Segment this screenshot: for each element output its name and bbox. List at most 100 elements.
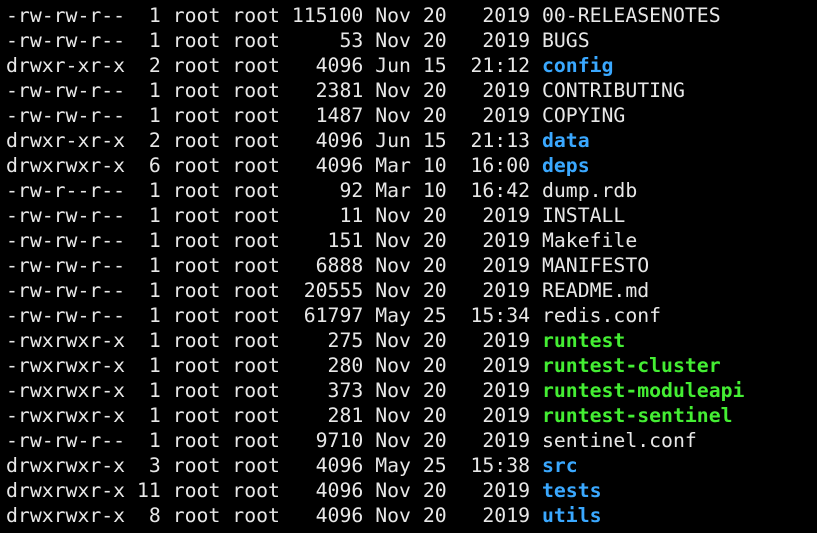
mod-time: 2019 — [446, 429, 531, 452]
file-permissions: -rw-r--r-- — [6, 179, 126, 202]
mod-day: 20 — [410, 79, 447, 102]
mod-day: 20 — [410, 204, 447, 227]
link-count: 1 — [125, 179, 161, 202]
file-permissions: -rw-rw-r-- — [6, 4, 126, 27]
file-owner: root — [160, 479, 221, 502]
file-permissions: -rw-rw-r-- — [6, 229, 126, 252]
directory-name: deps — [541, 154, 590, 177]
mod-month: Nov — [363, 504, 411, 527]
file-size: 1487 — [279, 104, 364, 127]
executable-name: runtest-moduleapi — [541, 379, 745, 402]
file-group: root — [220, 129, 280, 152]
listing-row: drwxrwxr-x 11 root root 4096 Nov 20 2019… — [6, 478, 817, 503]
link-count: 1 — [125, 329, 161, 352]
mod-day: 25 — [410, 304, 447, 327]
file-name: dump.rdb — [541, 179, 638, 202]
mod-day: 20 — [410, 229, 447, 252]
mod-day: 20 — [410, 104, 447, 127]
file-metadata: -rw-rw-r-- 1 root root 2381 Nov 20 2019 — [6, 79, 530, 102]
file-size: 11 — [279, 204, 364, 227]
file-metadata: -rw-rw-r-- 1 root root 1487 Nov 20 2019 — [6, 104, 530, 127]
file-permissions: -rwxrwxr-x — [6, 404, 126, 427]
mod-month: Nov — [363, 4, 411, 27]
file-permissions: drwxrwxr-x — [6, 504, 126, 527]
file-group: root — [220, 429, 280, 452]
file-group: root — [220, 179, 280, 202]
file-permissions: drwxr-xr-x — [6, 129, 126, 152]
file-owner: root — [160, 254, 221, 277]
file-group: root — [220, 329, 280, 352]
executable-name: runtest — [541, 329, 626, 352]
mod-day: 20 — [410, 404, 447, 427]
file-metadata: -rw-rw-r-- 1 root root 20555 Nov 20 2019 — [6, 279, 530, 302]
file-group: root — [220, 229, 280, 252]
file-size: 4096 — [279, 154, 364, 177]
mod-month: Nov — [363, 479, 411, 502]
file-group: root — [220, 304, 280, 327]
mod-day: 20 — [410, 379, 447, 402]
listing-row: -rw-rw-r-- 1 root root 61797 May 25 15:3… — [6, 303, 817, 328]
file-metadata: -rw-rw-r-- 1 root root 9710 Nov 20 2019 — [6, 429, 530, 452]
link-count: 1 — [125, 4, 161, 27]
mod-time: 2019 — [446, 254, 531, 277]
mod-time: 2019 — [446, 504, 531, 527]
mod-month: Nov — [363, 354, 411, 377]
file-group: root — [220, 479, 280, 502]
directory-name: src — [541, 454, 578, 477]
listing-row: drwxr-xr-x 2 root root 4096 Jun 15 21:12… — [6, 53, 817, 78]
file-size: 4096 — [279, 54, 364, 77]
file-size: 151 — [279, 229, 364, 252]
file-owner: root — [160, 454, 221, 477]
file-metadata: -rw-rw-r-- 1 root root 6888 Nov 20 2019 — [6, 254, 530, 277]
mod-day: 10 — [410, 154, 447, 177]
executable-name: runtest-sentinel — [541, 404, 733, 427]
mod-time: 16:00 — [446, 154, 531, 177]
file-size: 9710 — [279, 429, 364, 452]
listing-row: -rw-rw-r-- 1 root root 53 Nov 20 2019 BU… — [6, 28, 817, 53]
file-metadata: -rwxrwxr-x 1 root root 373 Nov 20 2019 — [6, 379, 530, 402]
mod-time: 2019 — [446, 79, 531, 102]
directory-name: utils — [541, 504, 602, 527]
listing-row: drwxrwxr-x 3 root root 4096 May 25 15:38… — [6, 453, 817, 478]
file-name: sentinel.conf — [541, 429, 697, 452]
terminal-window[interactable]: -rw-rw-r-- 1 root root 115100 Nov 20 201… — [6, 3, 817, 533]
link-count: 1 — [125, 304, 161, 327]
file-metadata: drwxr-xr-x 2 root root 4096 Jun 15 21:13 — [6, 129, 530, 152]
link-count: 1 — [125, 29, 161, 52]
file-group: root — [220, 279, 280, 302]
link-count: 6 — [125, 154, 161, 177]
mod-day: 25 — [410, 454, 447, 477]
file-owner: root — [160, 404, 221, 427]
file-owner: root — [160, 29, 221, 52]
directory-name: tests — [541, 479, 602, 502]
file-owner: root — [160, 429, 221, 452]
file-metadata: drwxrwxr-x 3 root root 4096 May 25 15:38 — [6, 454, 530, 477]
file-name: redis.conf — [541, 304, 662, 327]
mod-day: 15 — [410, 54, 447, 77]
file-group: root — [220, 54, 280, 77]
mod-month: Nov — [363, 329, 411, 352]
listing-row: -rw-rw-r-- 1 root root 2381 Nov 20 2019 … — [6, 78, 817, 103]
listing-row: drwxrwxr-x 6 root root 4096 Mar 10 16:00… — [6, 153, 817, 178]
mod-day: 15 — [410, 129, 447, 152]
file-permissions: -rw-rw-r-- — [6, 204, 126, 227]
file-metadata: -rw-r--r-- 1 root root 92 Mar 10 16:42 — [6, 179, 530, 202]
directory-name: data — [541, 129, 590, 152]
mod-time: 15:34 — [446, 304, 531, 327]
listing-row: -rw-r--r-- 1 root root 92 Mar 10 16:42 d… — [6, 178, 817, 203]
shell-prompt[interactable] — [6, 528, 817, 533]
listing-row: drwxrwxr-x 8 root root 4096 Nov 20 2019 … — [6, 503, 817, 528]
file-group: root — [220, 79, 280, 102]
file-owner: root — [160, 354, 221, 377]
mod-time: 2019 — [446, 204, 531, 227]
file-permissions: -rwxrwxr-x — [6, 354, 126, 377]
listing-row: drwxr-xr-x 2 root root 4096 Jun 15 21:13… — [6, 128, 817, 153]
file-name: INSTALL — [541, 204, 626, 227]
mod-day: 10 — [410, 179, 447, 202]
listing-row: -rw-rw-r-- 1 root root 11 Nov 20 2019 IN… — [6, 203, 817, 228]
file-owner: root — [160, 154, 221, 177]
link-count: 1 — [125, 104, 161, 127]
file-group: root — [220, 29, 280, 52]
link-count: 2 — [125, 129, 161, 152]
file-group: root — [220, 204, 280, 227]
